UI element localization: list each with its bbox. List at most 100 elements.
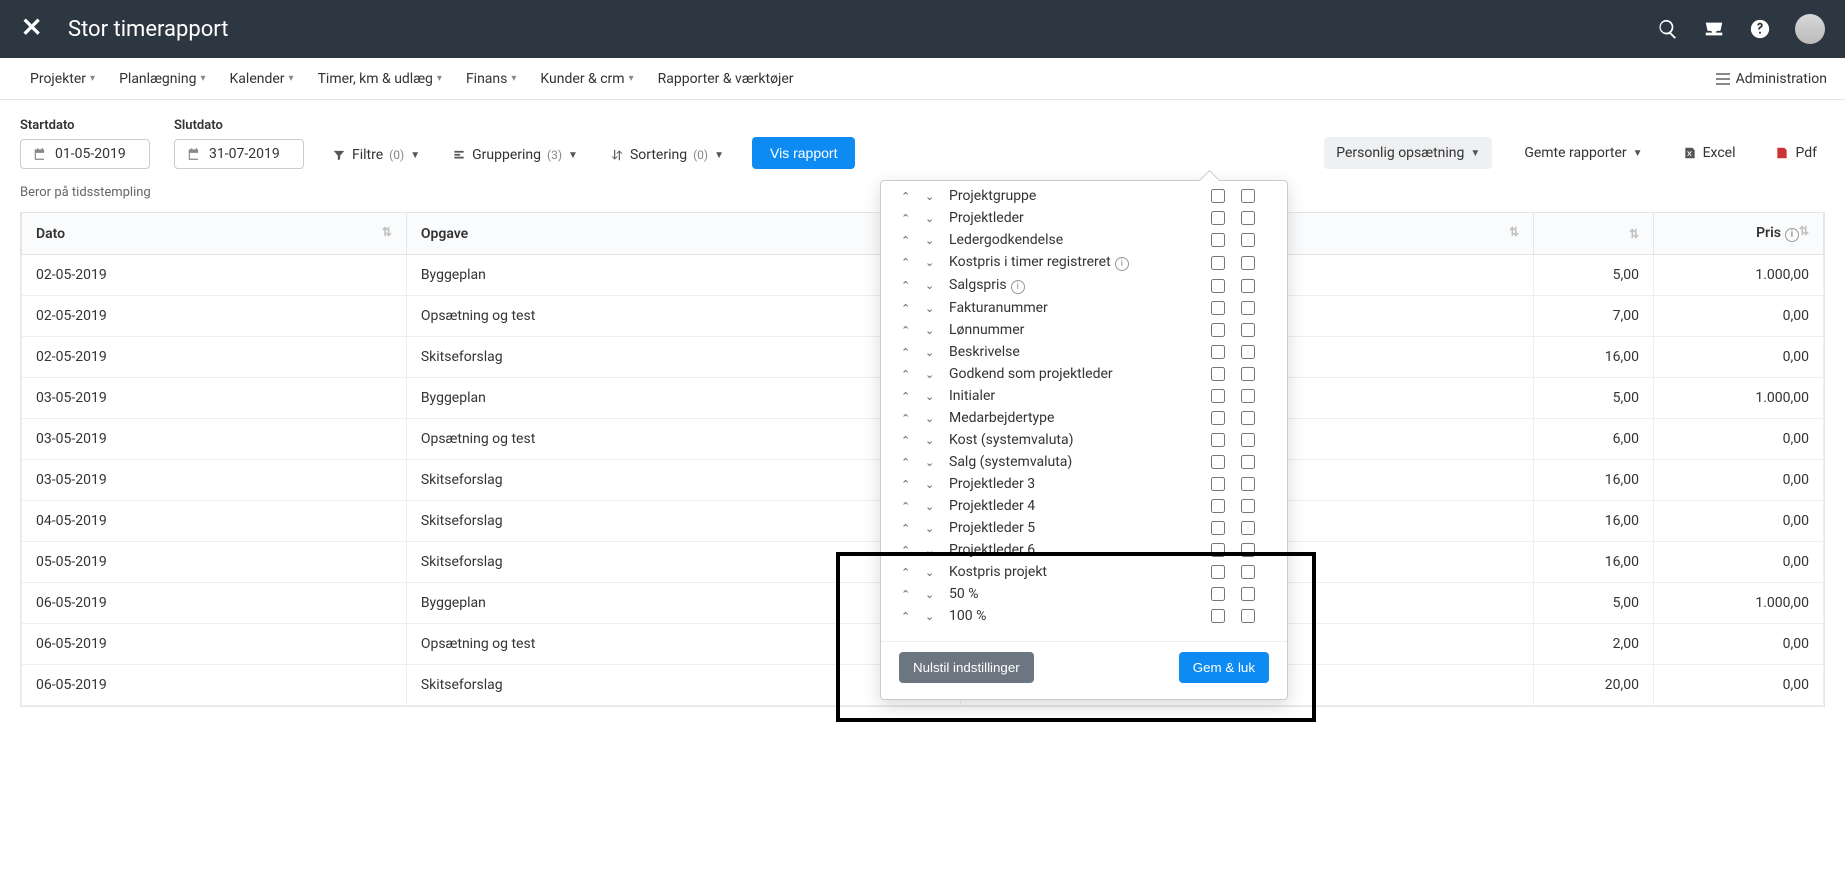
panel-checkbox-visible[interactable] xyxy=(1211,543,1225,557)
panel-checkbox-visible[interactable] xyxy=(1211,256,1225,270)
panel-checkbox-secondary[interactable] xyxy=(1241,587,1255,601)
move-down-icon[interactable]: ⌄ xyxy=(925,478,943,491)
menubar-item-2[interactable]: Kalender▾ xyxy=(218,58,306,99)
panel-checkbox-visible[interactable] xyxy=(1211,279,1225,293)
panel-checkbox-secondary[interactable] xyxy=(1241,609,1255,623)
col-dato[interactable]: Dato⇅ xyxy=(22,213,407,255)
move-down-icon[interactable]: ⌄ xyxy=(925,566,943,579)
grouping-button[interactable]: Gruppering (3) ▼ xyxy=(448,141,582,169)
export-pdf-button[interactable]: Pdf xyxy=(1767,137,1825,169)
sorting-button[interactable]: Sortering (0) ▼ xyxy=(606,141,728,169)
move-up-icon[interactable]: ⌃ xyxy=(901,544,919,557)
move-down-icon[interactable]: ⌄ xyxy=(925,390,943,403)
move-down-icon[interactable]: ⌄ xyxy=(925,324,943,337)
panel-checkbox-visible[interactable] xyxy=(1211,233,1225,247)
panel-checkbox-secondary[interactable] xyxy=(1241,389,1255,403)
panel-checkbox-secondary[interactable] xyxy=(1241,256,1255,270)
panel-checkbox-visible[interactable] xyxy=(1211,565,1225,579)
col-qty[interactable]: ⇅ xyxy=(1534,213,1654,255)
move-down-icon[interactable]: ⌄ xyxy=(925,412,943,425)
panel-checkbox-visible[interactable] xyxy=(1211,455,1225,469)
menubar-item-0[interactable]: Projekter▾ xyxy=(18,58,107,99)
panel-checkbox-visible[interactable] xyxy=(1211,499,1225,513)
panel-checkbox-secondary[interactable] xyxy=(1241,477,1255,491)
panel-checkbox-secondary[interactable] xyxy=(1241,211,1255,225)
move-up-icon[interactable]: ⌃ xyxy=(901,368,919,381)
move-up-icon[interactable]: ⌃ xyxy=(901,390,919,403)
move-up-icon[interactable]: ⌃ xyxy=(901,279,919,292)
move-down-icon[interactable]: ⌄ xyxy=(925,368,943,381)
move-up-icon[interactable]: ⌃ xyxy=(901,302,919,315)
menubar-item-4[interactable]: Finans▾ xyxy=(454,58,528,99)
move-down-icon[interactable]: ⌄ xyxy=(925,610,943,623)
inbox-icon[interactable] xyxy=(1703,18,1725,40)
panel-checkbox-visible[interactable] xyxy=(1211,211,1225,225)
panel-checkbox-visible[interactable] xyxy=(1211,389,1225,403)
panel-checkbox-visible[interactable] xyxy=(1211,189,1225,203)
panel-checkbox-visible[interactable] xyxy=(1211,433,1225,447)
move-down-icon[interactable]: ⌄ xyxy=(925,522,943,535)
save-close-button[interactable]: Gem & luk xyxy=(1179,652,1269,683)
move-down-icon[interactable]: ⌄ xyxy=(925,434,943,447)
move-up-icon[interactable]: ⌃ xyxy=(901,610,919,623)
move-up-icon[interactable]: ⌃ xyxy=(901,190,919,203)
menubar-item-5[interactable]: Kunder & crm▾ xyxy=(528,58,645,99)
panel-checkbox-visible[interactable] xyxy=(1211,367,1225,381)
panel-checkbox-visible[interactable] xyxy=(1211,609,1225,623)
move-down-icon[interactable]: ⌄ xyxy=(925,500,943,513)
move-down-icon[interactable]: ⌄ xyxy=(925,279,943,292)
move-up-icon[interactable]: ⌃ xyxy=(901,588,919,601)
move-down-icon[interactable]: ⌄ xyxy=(925,212,943,225)
move-down-icon[interactable]: ⌄ xyxy=(925,256,943,269)
move-down-icon[interactable]: ⌄ xyxy=(925,544,943,557)
personal-setup-dropdown[interactable]: Personlig opsætning ▼ xyxy=(1324,137,1492,169)
move-down-icon[interactable]: ⌄ xyxy=(925,588,943,601)
col-opgave[interactable]: Opgave⇅ xyxy=(406,213,960,255)
panel-checkbox-secondary[interactable] xyxy=(1241,345,1255,359)
move-up-icon[interactable]: ⌃ xyxy=(901,566,919,579)
move-up-icon[interactable]: ⌃ xyxy=(901,234,919,247)
panel-checkbox-secondary[interactable] xyxy=(1241,367,1255,381)
panel-checkbox-visible[interactable] xyxy=(1211,411,1225,425)
move-up-icon[interactable]: ⌃ xyxy=(901,434,919,447)
move-down-icon[interactable]: ⌄ xyxy=(925,190,943,203)
panel-checkbox-secondary[interactable] xyxy=(1241,521,1255,535)
move-up-icon[interactable]: ⌃ xyxy=(901,212,919,225)
help-icon[interactable] xyxy=(1749,18,1771,40)
panel-checkbox-secondary[interactable] xyxy=(1241,279,1255,293)
panel-checkbox-secondary[interactable] xyxy=(1241,433,1255,447)
move-up-icon[interactable]: ⌃ xyxy=(901,256,919,269)
avatar[interactable] xyxy=(1795,14,1825,44)
reset-settings-button[interactable]: Nulstil indstillinger xyxy=(899,652,1034,683)
menubar-item-6[interactable]: Rapporter & værktøjer xyxy=(646,58,806,99)
panel-checkbox-secondary[interactable] xyxy=(1241,323,1255,337)
panel-checkbox-visible[interactable] xyxy=(1211,323,1225,337)
move-up-icon[interactable]: ⌃ xyxy=(901,500,919,513)
saved-reports-dropdown[interactable]: Gemte rapporter ▼ xyxy=(1516,137,1650,169)
move-down-icon[interactable]: ⌄ xyxy=(925,456,943,469)
panel-checkbox-secondary[interactable] xyxy=(1241,233,1255,247)
move-up-icon[interactable]: ⌃ xyxy=(901,346,919,359)
panel-scroll[interactable]: ⌃⌄Projektgruppe⌃⌄Projektleder⌃⌄Ledergodk… xyxy=(881,181,1287,635)
move-up-icon[interactable]: ⌃ xyxy=(901,522,919,535)
move-down-icon[interactable]: ⌄ xyxy=(925,302,943,315)
search-icon[interactable] xyxy=(1657,18,1679,40)
filter-button[interactable]: Filtre (0) ▼ xyxy=(328,141,424,169)
move-up-icon[interactable]: ⌃ xyxy=(901,324,919,337)
move-down-icon[interactable]: ⌄ xyxy=(925,234,943,247)
panel-checkbox-visible[interactable] xyxy=(1211,477,1225,491)
panel-checkbox-visible[interactable] xyxy=(1211,521,1225,535)
move-down-icon[interactable]: ⌄ xyxy=(925,346,943,359)
panel-checkbox-secondary[interactable] xyxy=(1241,301,1255,315)
run-report-button[interactable]: Vis rapport xyxy=(752,137,855,169)
panel-checkbox-secondary[interactable] xyxy=(1241,499,1255,513)
move-up-icon[interactable]: ⌃ xyxy=(901,478,919,491)
panel-checkbox-secondary[interactable] xyxy=(1241,411,1255,425)
panel-checkbox-secondary[interactable] xyxy=(1241,455,1255,469)
panel-checkbox-visible[interactable] xyxy=(1211,345,1225,359)
menubar-item-1[interactable]: Planlægning▾ xyxy=(107,58,217,99)
panel-checkbox-visible[interactable] xyxy=(1211,587,1225,601)
export-excel-button[interactable]: Excel xyxy=(1675,137,1744,169)
menubar-item-3[interactable]: Timer, km & udlæg▾ xyxy=(306,58,454,99)
panel-checkbox-secondary[interactable] xyxy=(1241,543,1255,557)
